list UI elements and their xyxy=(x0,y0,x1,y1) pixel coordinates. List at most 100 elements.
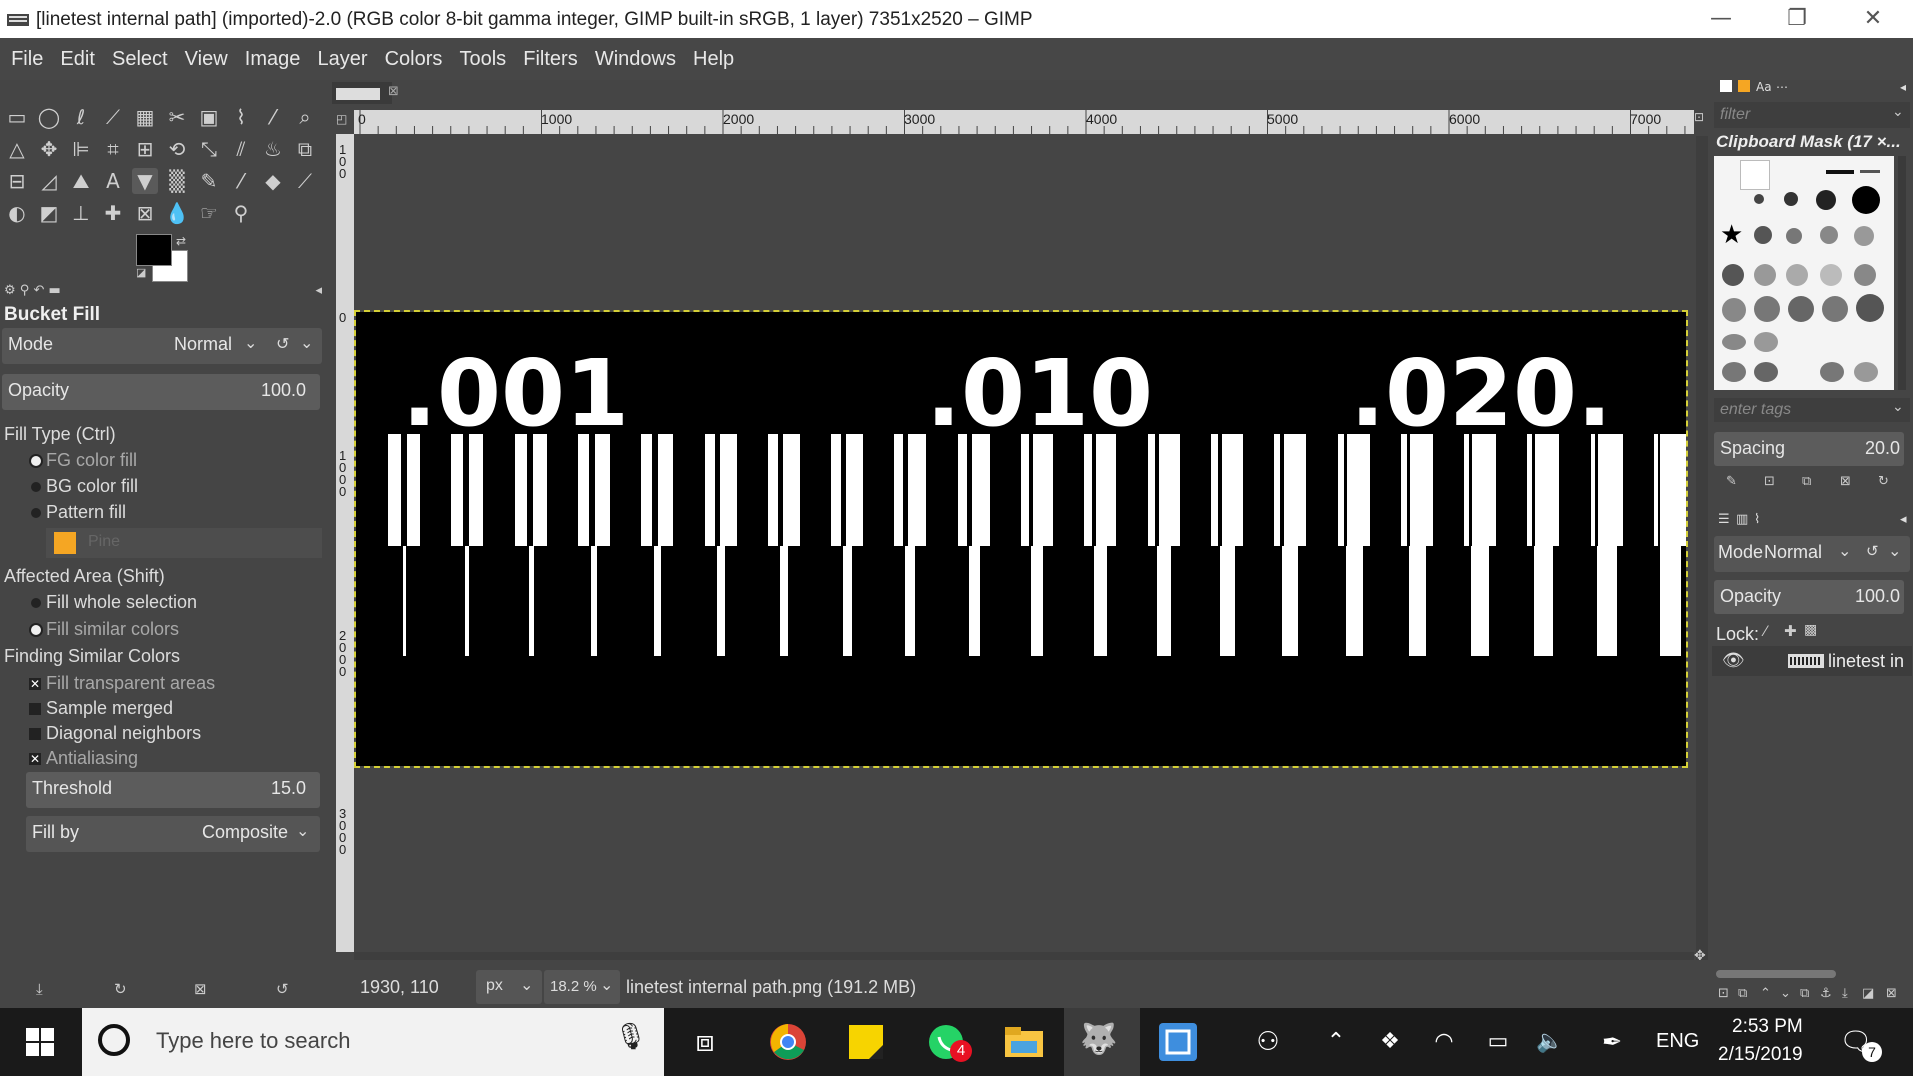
opacity-slider[interactable]: Opacity 100.0 xyxy=(2,374,320,410)
brush-cell[interactable] xyxy=(1784,192,1798,206)
align-icon[interactable]: ⊫ xyxy=(68,136,94,162)
taskbar-search-box[interactable]: Type here to search 🎙 xyxy=(82,1008,664,1076)
duplicate-brush-icon[interactable]: ⧉ xyxy=(1802,474,1811,489)
menu-view[interactable]: View xyxy=(179,38,234,71)
brush-cell[interactable] xyxy=(1852,186,1880,214)
perspective-icon[interactable]: ⧉ xyxy=(292,136,318,162)
sample-merged-label[interactable]: Sample merged xyxy=(46,698,173,719)
images-tab-icon[interactable]: ▬ xyxy=(49,283,61,298)
brush-cell[interactable] xyxy=(1822,296,1848,322)
bg-fill-radio[interactable] xyxy=(31,482,41,492)
clock-time[interactable]: 2:53 PM xyxy=(1732,1016,1803,1038)
select-by-color-icon[interactable]: ▦ xyxy=(132,104,158,130)
vertical-scrollbar[interactable] xyxy=(1696,136,1708,960)
warp-transform-icon[interactable]: ♨ xyxy=(260,136,286,162)
file-explorer-icon[interactable] xyxy=(1002,1020,1046,1064)
fg-fill-radio[interactable] xyxy=(31,456,41,466)
brush-cell[interactable] xyxy=(1854,362,1878,382)
paintbrush-icon[interactable]: ⁄ xyxy=(228,168,254,194)
layer-row[interactable]: 👁 linetest in xyxy=(1712,646,1912,676)
wifi-icon[interactable]: ◠ xyxy=(1422,1020,1466,1064)
brush-cell[interactable] xyxy=(1754,296,1780,322)
reset-icon[interactable]: ↺ xyxy=(276,334,289,353)
chrome-icon[interactable] xyxy=(766,1020,810,1064)
lower-layer-icon[interactable]: ⌄ xyxy=(1780,986,1791,1001)
brush-cell[interactable] xyxy=(1722,362,1746,382)
rect-select-icon[interactable]: ▭ xyxy=(4,104,30,130)
layer-name[interactable]: linetest in xyxy=(1828,651,1904,672)
visibility-eye-icon[interactable]: 👁 xyxy=(1722,650,1745,671)
tab-menu-icon[interactable]: ◂ xyxy=(1900,80,1906,94)
anchor-layer-icon[interactable]: ⚓ xyxy=(1820,986,1832,1001)
menu-help[interactable]: Help xyxy=(687,38,740,71)
volume-icon[interactable]: 🔈 xyxy=(1528,1020,1572,1064)
ellipse-select-icon[interactable]: ◯ xyxy=(36,104,62,130)
paths-tab-icon[interactable]: ⌇ xyxy=(1754,512,1760,527)
crop-icon[interactable]: ⌗ xyxy=(100,136,126,162)
brush-scrollbar[interactable] xyxy=(1898,156,1906,390)
duplicate-layer-icon[interactable]: ⧉ xyxy=(1800,986,1809,1001)
diagonal-neighbors-label[interactable]: Diagonal neighbors xyxy=(46,723,201,744)
fill-whole-selection-radio[interactable] xyxy=(31,598,41,608)
brush-cell[interactable] xyxy=(1826,170,1854,174)
gimp-taskbar-button[interactable]: 🐺 xyxy=(1064,1008,1140,1076)
new-layer-icon[interactable]: ⊡ xyxy=(1718,986,1729,1001)
brush-cell[interactable] xyxy=(1816,190,1836,210)
brush-cell[interactable] xyxy=(1754,264,1776,286)
diagonal-neighbors-checkbox[interactable] xyxy=(29,728,41,740)
fg-fill-label[interactable]: FG color fill xyxy=(46,450,137,471)
handle-transform-icon[interactable]: ⛰ xyxy=(68,168,94,194)
brush-cell[interactable] xyxy=(1754,362,1778,382)
remote-desktop-icon[interactable] xyxy=(1156,1020,1200,1064)
sticky-notes-icon[interactable] xyxy=(844,1020,888,1064)
fonts-tab-icon[interactable]: Aa xyxy=(1756,80,1772,94)
color-picker-icon[interactable]: ⁄ xyxy=(260,104,286,130)
input-language[interactable]: ENG xyxy=(1656,1030,1699,1053)
people-icon[interactable]: ⚇ xyxy=(1246,1020,1290,1064)
menu-colors[interactable]: Colors xyxy=(379,38,449,71)
layer-mode-select[interactable]: Mode Normal ⌄ ↺ ⌄ xyxy=(1714,536,1910,572)
restore-options-icon[interactable]: ↻ xyxy=(114,980,127,998)
new-brush-icon[interactable]: ⊡ xyxy=(1764,474,1775,489)
undo-history-tab-icon[interactable]: ↶ xyxy=(33,283,44,298)
threshold-slider[interactable]: Threshold 15.0 xyxy=(26,772,320,808)
brush-cell[interactable] xyxy=(1754,226,1772,244)
brush-cell[interactable] xyxy=(1754,194,1764,204)
perspective-clone-icon[interactable]: ⊠ xyxy=(132,200,158,226)
clock-date[interactable]: 2/15/2019 xyxy=(1718,1044,1803,1066)
swap-colors-icon[interactable]: ⇄ xyxy=(176,234,186,248)
menu-file[interactable]: File xyxy=(5,38,49,71)
image-canvas[interactable]: .001 .010 .020. xyxy=(354,310,1688,768)
minimize-button[interactable]: — xyxy=(1686,2,1756,36)
delete-brush-icon[interactable]: ⊠ xyxy=(1840,474,1851,489)
brush-cell[interactable] xyxy=(1722,334,1746,350)
microphone-icon[interactable]: 🎙 xyxy=(614,1022,647,1052)
brush-tags-input[interactable]: enter tags ⌄ xyxy=(1714,398,1910,422)
cage-transform-icon[interactable]: ⊟ xyxy=(4,168,30,194)
flip-icon[interactable]: ◿ xyxy=(36,168,62,194)
refresh-brushes-icon[interactable]: ↻ xyxy=(1878,474,1889,489)
pencil-icon[interactable]: ✎ xyxy=(196,168,222,194)
lock-alpha-icon[interactable]: ▩ xyxy=(1804,622,1817,638)
delete-layer-icon[interactable]: ⊠ xyxy=(1886,986,1897,1001)
pattern-fill-label[interactable]: Pattern fill xyxy=(46,502,126,523)
brush-cell[interactable] xyxy=(1722,264,1744,286)
scissors-select-icon[interactable]: ✂ xyxy=(164,104,190,130)
brush-cell[interactable] xyxy=(1856,294,1884,322)
task-view-icon[interactable]: ⧈ xyxy=(683,1020,727,1064)
gradient-icon[interactable]: ▒ xyxy=(164,168,190,194)
fuzzy-select-icon[interactable]: ⟋ xyxy=(100,104,126,130)
lock-pixels-icon[interactable]: ⁄ xyxy=(1764,624,1766,640)
smudge-icon[interactable]: ☞ xyxy=(196,200,222,226)
mypaint-brush-icon[interactable]: ◩ xyxy=(36,200,62,226)
brush-filter-input[interactable]: filter ⌄ xyxy=(1714,102,1910,128)
brush-cell[interactable] xyxy=(1786,228,1802,244)
more-tab-icon[interactable]: ⋯ xyxy=(1776,80,1788,94)
patterns-tab-icon[interactable] xyxy=(1738,80,1750,92)
pen-workspace-icon[interactable]: ✒ xyxy=(1590,1020,1634,1064)
clone-icon[interactable]: ⊥ xyxy=(68,200,94,226)
text-icon[interactable]: A xyxy=(100,168,126,194)
shear-icon[interactable]: ⫽ xyxy=(228,136,254,162)
brush-cell[interactable] xyxy=(1754,332,1778,352)
brushes-tab-icon[interactable] xyxy=(1720,80,1732,92)
